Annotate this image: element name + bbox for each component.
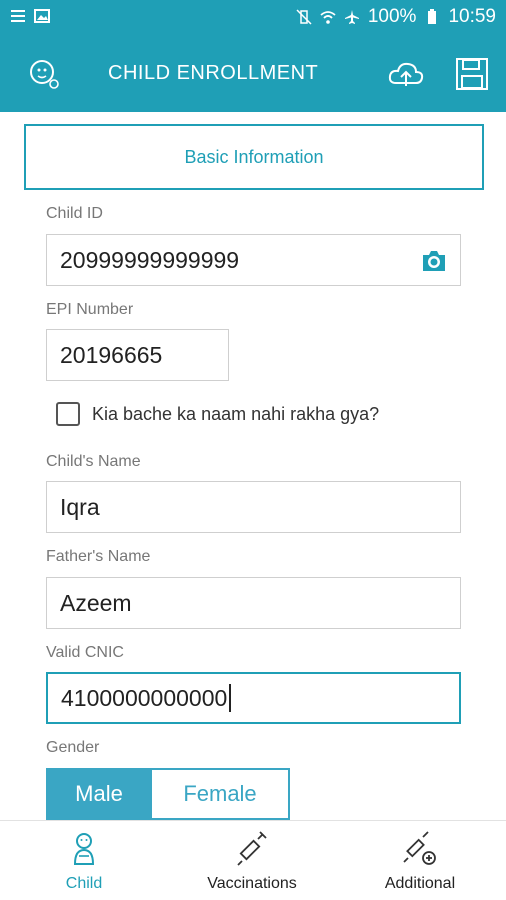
bottom-navigation: Child Vaccinations Additional: [0, 820, 506, 900]
section-title: Basic Information: [184, 146, 324, 167]
section-header-basic-info[interactable]: Basic Information: [24, 124, 484, 190]
camera-icon[interactable]: [420, 247, 448, 275]
clock: 10:59: [448, 6, 496, 27]
child-name-label: Child's Name: [46, 453, 141, 470]
cloud-upload-icon[interactable]: [386, 54, 426, 94]
battery-icon: [428, 9, 437, 24]
cnic-field[interactable]: 4100000000000: [46, 672, 461, 724]
vibrate-mute-icon: [296, 9, 312, 25]
nav-tab-additional[interactable]: Additional: [336, 821, 504, 900]
gender-female-option[interactable]: Female: [152, 768, 290, 820]
gender-segmented-control[interactable]: Male Female: [46, 768, 290, 820]
gender-label: Gender: [46, 739, 100, 756]
epi-number-label: EPI Number: [46, 301, 134, 318]
airplane-icon: [344, 10, 359, 24]
nav-tab-vaccinations-label: Vaccinations: [207, 875, 297, 892]
status-bar: 100% 10:59: [0, 0, 506, 36]
syringe-icon: [237, 831, 267, 866]
battery-percent: 100%: [367, 6, 417, 27]
child-id-value: 20999999999999: [60, 246, 240, 273]
gender-male-option[interactable]: Male: [46, 768, 152, 820]
text-caret: [229, 684, 232, 712]
father-name-field[interactable]: Azeem: [46, 577, 461, 629]
father-name-value: Azeem: [60, 589, 132, 616]
child-id-label: Child ID: [46, 205, 103, 222]
nav-tab-vaccinations[interactable]: Vaccinations: [168, 821, 336, 900]
cnic-label: Valid CNIC: [46, 644, 124, 661]
child-logo-icon[interactable]: [24, 54, 64, 94]
nav-tab-child-label: Child: [65, 875, 103, 892]
image-icon: [34, 9, 50, 23]
save-icon[interactable]: [452, 54, 492, 94]
baby-icon: [73, 833, 95, 865]
nav-tab-additional-label: Additional: [384, 875, 456, 892]
list-icon: [11, 10, 25, 22]
syringe-plus-icon: [403, 831, 436, 865]
cnic-value: 4100000000000: [61, 684, 228, 711]
child-id-field[interactable]: 20999999999999: [46, 234, 461, 286]
wifi-icon: [320, 11, 336, 24]
child-name-value: Iqra: [60, 493, 100, 520]
app-bar: CHILD ENROLLMENT: [0, 36, 506, 112]
no-name-checkbox-row[interactable]: Kia bache ka naam nahi rakha gya?: [56, 402, 379, 426]
father-name-label: Father's Name: [46, 548, 151, 565]
no-name-checkbox[interactable]: [56, 402, 80, 426]
no-name-checkbox-label: Kia bache ka naam nahi rakha gya?: [92, 403, 380, 424]
child-name-field[interactable]: Iqra: [46, 481, 461, 533]
nav-tab-child[interactable]: Child: [0, 821, 168, 900]
epi-number-value: 20196665: [60, 341, 163, 368]
epi-number-field[interactable]: 20196665: [46, 329, 229, 381]
app-title: CHILD ENROLLMENT: [108, 62, 319, 84]
